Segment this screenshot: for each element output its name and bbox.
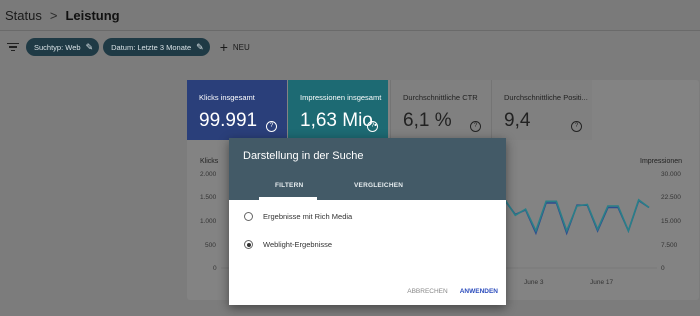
metric-clicks-value: 99.991 (199, 110, 258, 131)
help-circle-icon[interactable]: ? (367, 121, 378, 132)
option-weblight-label: Weblight-Ergebnisse (263, 240, 333, 249)
radio-weblight[interactable] (244, 240, 253, 249)
search-appearance-dialog: Darstellung in der Suche FILTERN VERGLEI… (229, 138, 506, 305)
right-tick: 0 (661, 265, 665, 272)
apply-button[interactable]: ANWENDEN (460, 288, 498, 295)
pencil-icon[interactable]: ✎ (196, 42, 204, 53)
cancel-button[interactable]: ABBRECHEN (407, 288, 447, 295)
metric-impressions[interactable]: Impressionen insgesamt 1,63 Mio. ? (288, 80, 388, 140)
metric-position[interactable]: Durchschnittliche Positi... 9,4 ? (491, 80, 592, 140)
chip-search-type[interactable]: Suchtyp: Web ✎ (26, 38, 100, 56)
x-axis-label: June 3 (524, 279, 544, 286)
metric-clicks[interactable]: Klicks insgesamt 99.991 ? (187, 80, 287, 140)
metric-clicks-label: Klicks insgesamt (199, 93, 255, 102)
active-tab-indicator (259, 197, 317, 200)
breadcrumb-separator: > (49, 7, 58, 23)
help-circle-icon[interactable]: ? (266, 121, 277, 132)
new-filter-label: NEU (232, 42, 250, 52)
option-weblight[interactable]: Weblight-Ergebnisse (244, 240, 332, 249)
metric-ctr-label: Durchschnittliche CTR (403, 93, 478, 102)
metric-ctr-value: 6,1 % (403, 110, 452, 131)
option-rich-media[interactable]: Ergebnisse mit Rich Media (244, 212, 352, 221)
new-filter-button[interactable]: + NEU (220, 40, 250, 54)
right-tick: 15.000 (661, 218, 681, 225)
chip-date-label: Datum: Letzte 3 Monate (111, 42, 192, 52)
dialog-actions: ABBRECHEN ANWENDEN (407, 288, 498, 295)
breadcrumb-status[interactable]: Status (5, 8, 42, 23)
option-rich-media-label: Ergebnisse mit Rich Media (263, 212, 353, 221)
filter-bar: Suchtyp: Web ✎ Datum: Letzte 3 Monate ✎ … (0, 31, 700, 63)
radio-rich-media[interactable] (244, 212, 253, 221)
plus-icon: + (219, 39, 228, 55)
filter-icon[interactable] (4, 42, 22, 52)
right-tick: 7.500 (661, 242, 678, 249)
tab-compare[interactable]: VERGLEICHEN (354, 182, 403, 189)
metric-position-label: Durchschnittliche Positi... (504, 93, 588, 102)
metric-ctr[interactable]: Durchschnittliche CTR 6,1 % ? (390, 80, 491, 140)
dialog-header: Darstellung in der Suche FILTERN VERGLEI… (229, 138, 506, 200)
breadcrumb: Status > Leistung (0, 0, 700, 31)
pencil-icon[interactable]: ✎ (86, 42, 94, 53)
metric-impressions-value: 1,63 Mio. (300, 110, 379, 131)
tab-filter[interactable]: FILTERN (275, 182, 303, 189)
x-axis-label: June 17 (590, 279, 614, 286)
help-circle-icon[interactable]: ? (470, 121, 481, 132)
help-circle-icon[interactable]: ? (571, 121, 582, 132)
metric-position-value: 9,4 (504, 110, 531, 131)
right-tick: 30.000 (661, 171, 681, 178)
chip-search-type-label: Suchtyp: Web (34, 42, 81, 52)
metric-impressions-label: Impressionen insgesamt (300, 93, 382, 102)
right-tick: 22.500 (661, 194, 681, 201)
page-title: Leistung (65, 7, 120, 23)
dialog-title: Darstellung in der Suche (243, 150, 364, 162)
chip-date[interactable]: Datum: Letzte 3 Monate ✎ (103, 38, 210, 56)
